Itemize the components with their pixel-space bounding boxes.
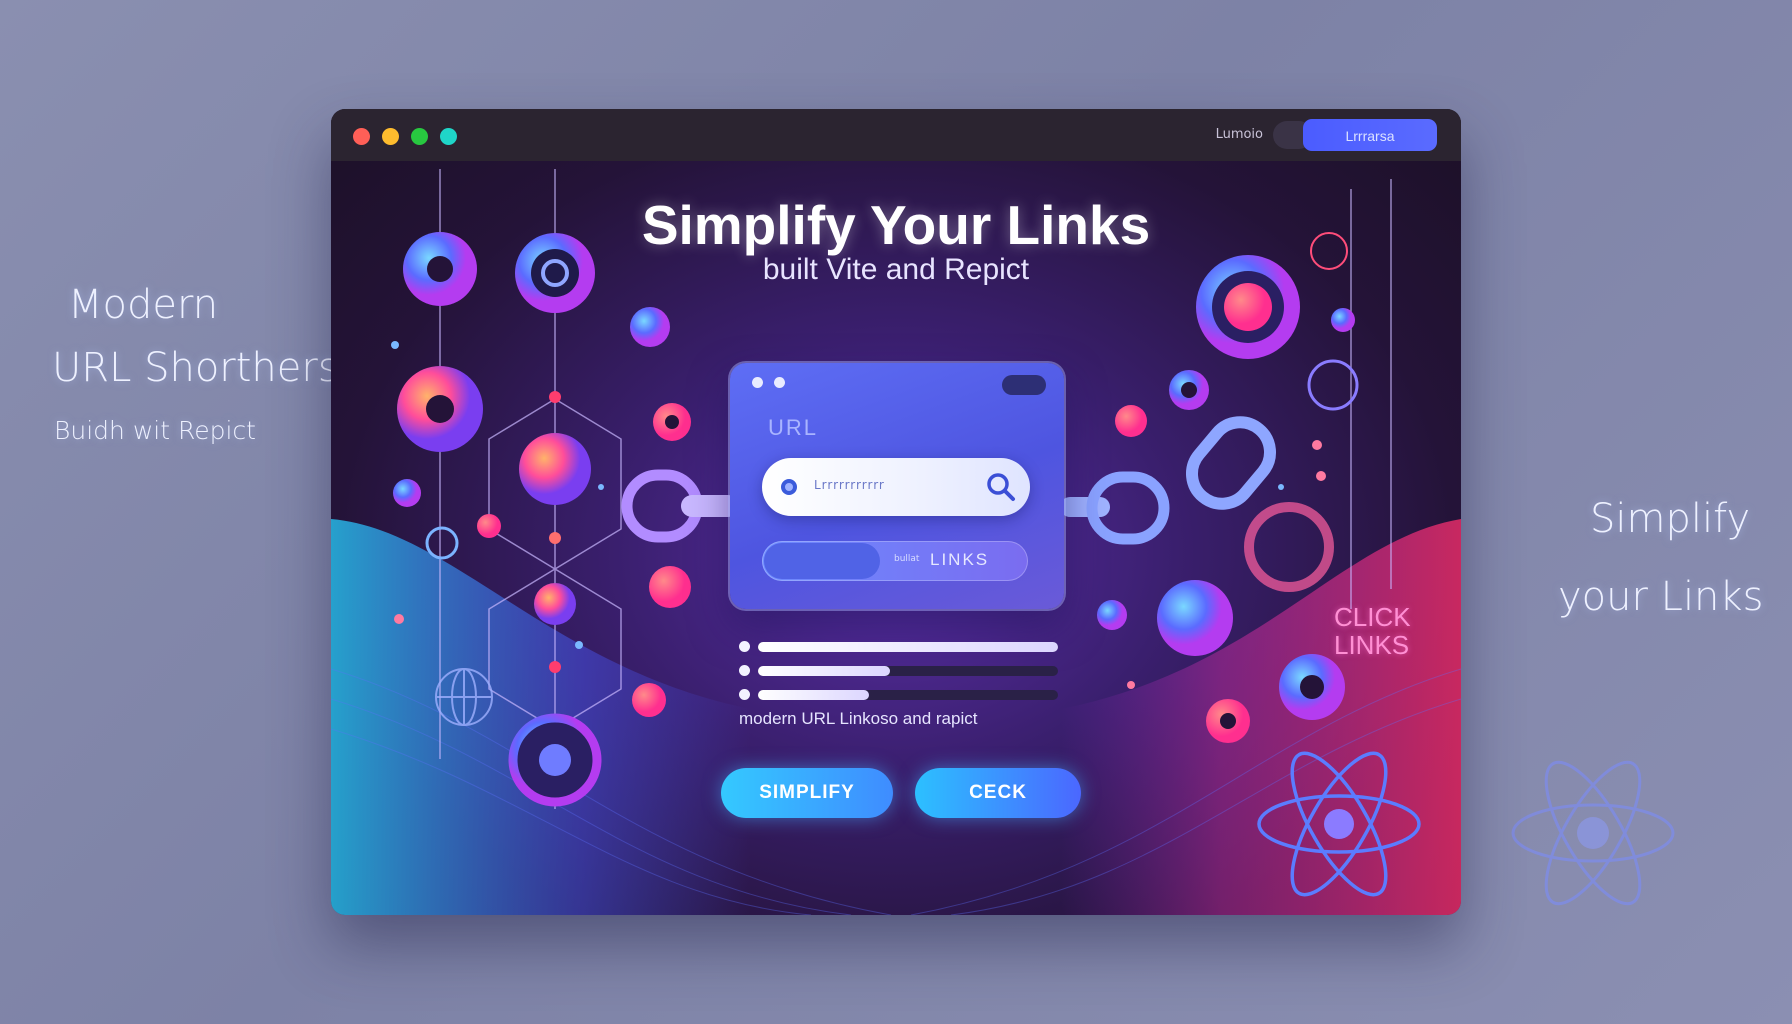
chain-link-right-icon [1060,471,1170,545]
app-window: Lumoio Lrrrarsa Simplify Your Links buil… [331,109,1461,915]
chain-link-left-icon [621,469,739,543]
page-title: Simplify Your Links [641,194,1151,256]
click-links-label: CLICK LINKS [1334,602,1411,660]
links-prefix: bullat [894,554,920,564]
progress-track [758,642,1058,652]
links-label: LINKS [930,550,990,569]
check-button[interactable]: CECK [915,768,1081,818]
minimize-window-dot[interactable] [382,128,399,145]
titlebar-action-button[interactable]: Lrrrarsa [1303,119,1437,151]
side-text-url-shorteners: URL Shorthers [52,345,339,391]
url-label: URL [768,415,819,440]
shortened-links-field[interactable]: bullat LINKS [762,541,1028,581]
page-subtitle: built Vite and Repict [762,253,1030,286]
progress-fill [758,666,890,676]
progress-bullet [739,689,750,700]
zoom-window-dot[interactable] [411,128,428,145]
react-atom-faint-icon [1511,760,1675,906]
side-text-built-with: Buidh wit Repict [54,416,256,445]
card-menu-pill[interactable] [1002,375,1046,395]
simplify-button[interactable]: SIMPLIFY [721,768,893,818]
progress-fill [758,642,1058,652]
progress-fill [758,690,869,700]
url-input-value: Lrrrrrrrrrrr [814,478,885,492]
close-window-dot[interactable] [353,128,370,145]
link-dot-icon [781,479,797,495]
progress-bullet [739,641,750,652]
card-dot-2 [774,377,785,388]
titlebar-label: Lumoio [1215,127,1263,142]
card-dot-1 [752,377,763,388]
card-caption: modern URL Linkoso and rapict [739,709,978,728]
links-input-segment[interactable] [764,543,880,579]
extra-window-dot[interactable] [440,128,457,145]
url-shortener-card: URL Lrrrrrrrrrrr bullat LINKS [730,363,1064,609]
window-titlebar: Lumoio Lrrrarsa [331,109,1461,161]
react-atom-icon [1257,751,1421,897]
progress-track [758,690,1058,700]
globe-icon [435,668,493,726]
progress-bullet [739,665,750,676]
side-text-your-links: your Links [1558,574,1764,620]
search-icon[interactable] [984,470,1018,504]
side-text-simplify: Simplify [1590,496,1751,542]
progress-track [758,666,1058,676]
url-input[interactable]: Lrrrrrrrrrrr [762,458,1030,516]
side-text-modern: Modern [68,282,219,328]
